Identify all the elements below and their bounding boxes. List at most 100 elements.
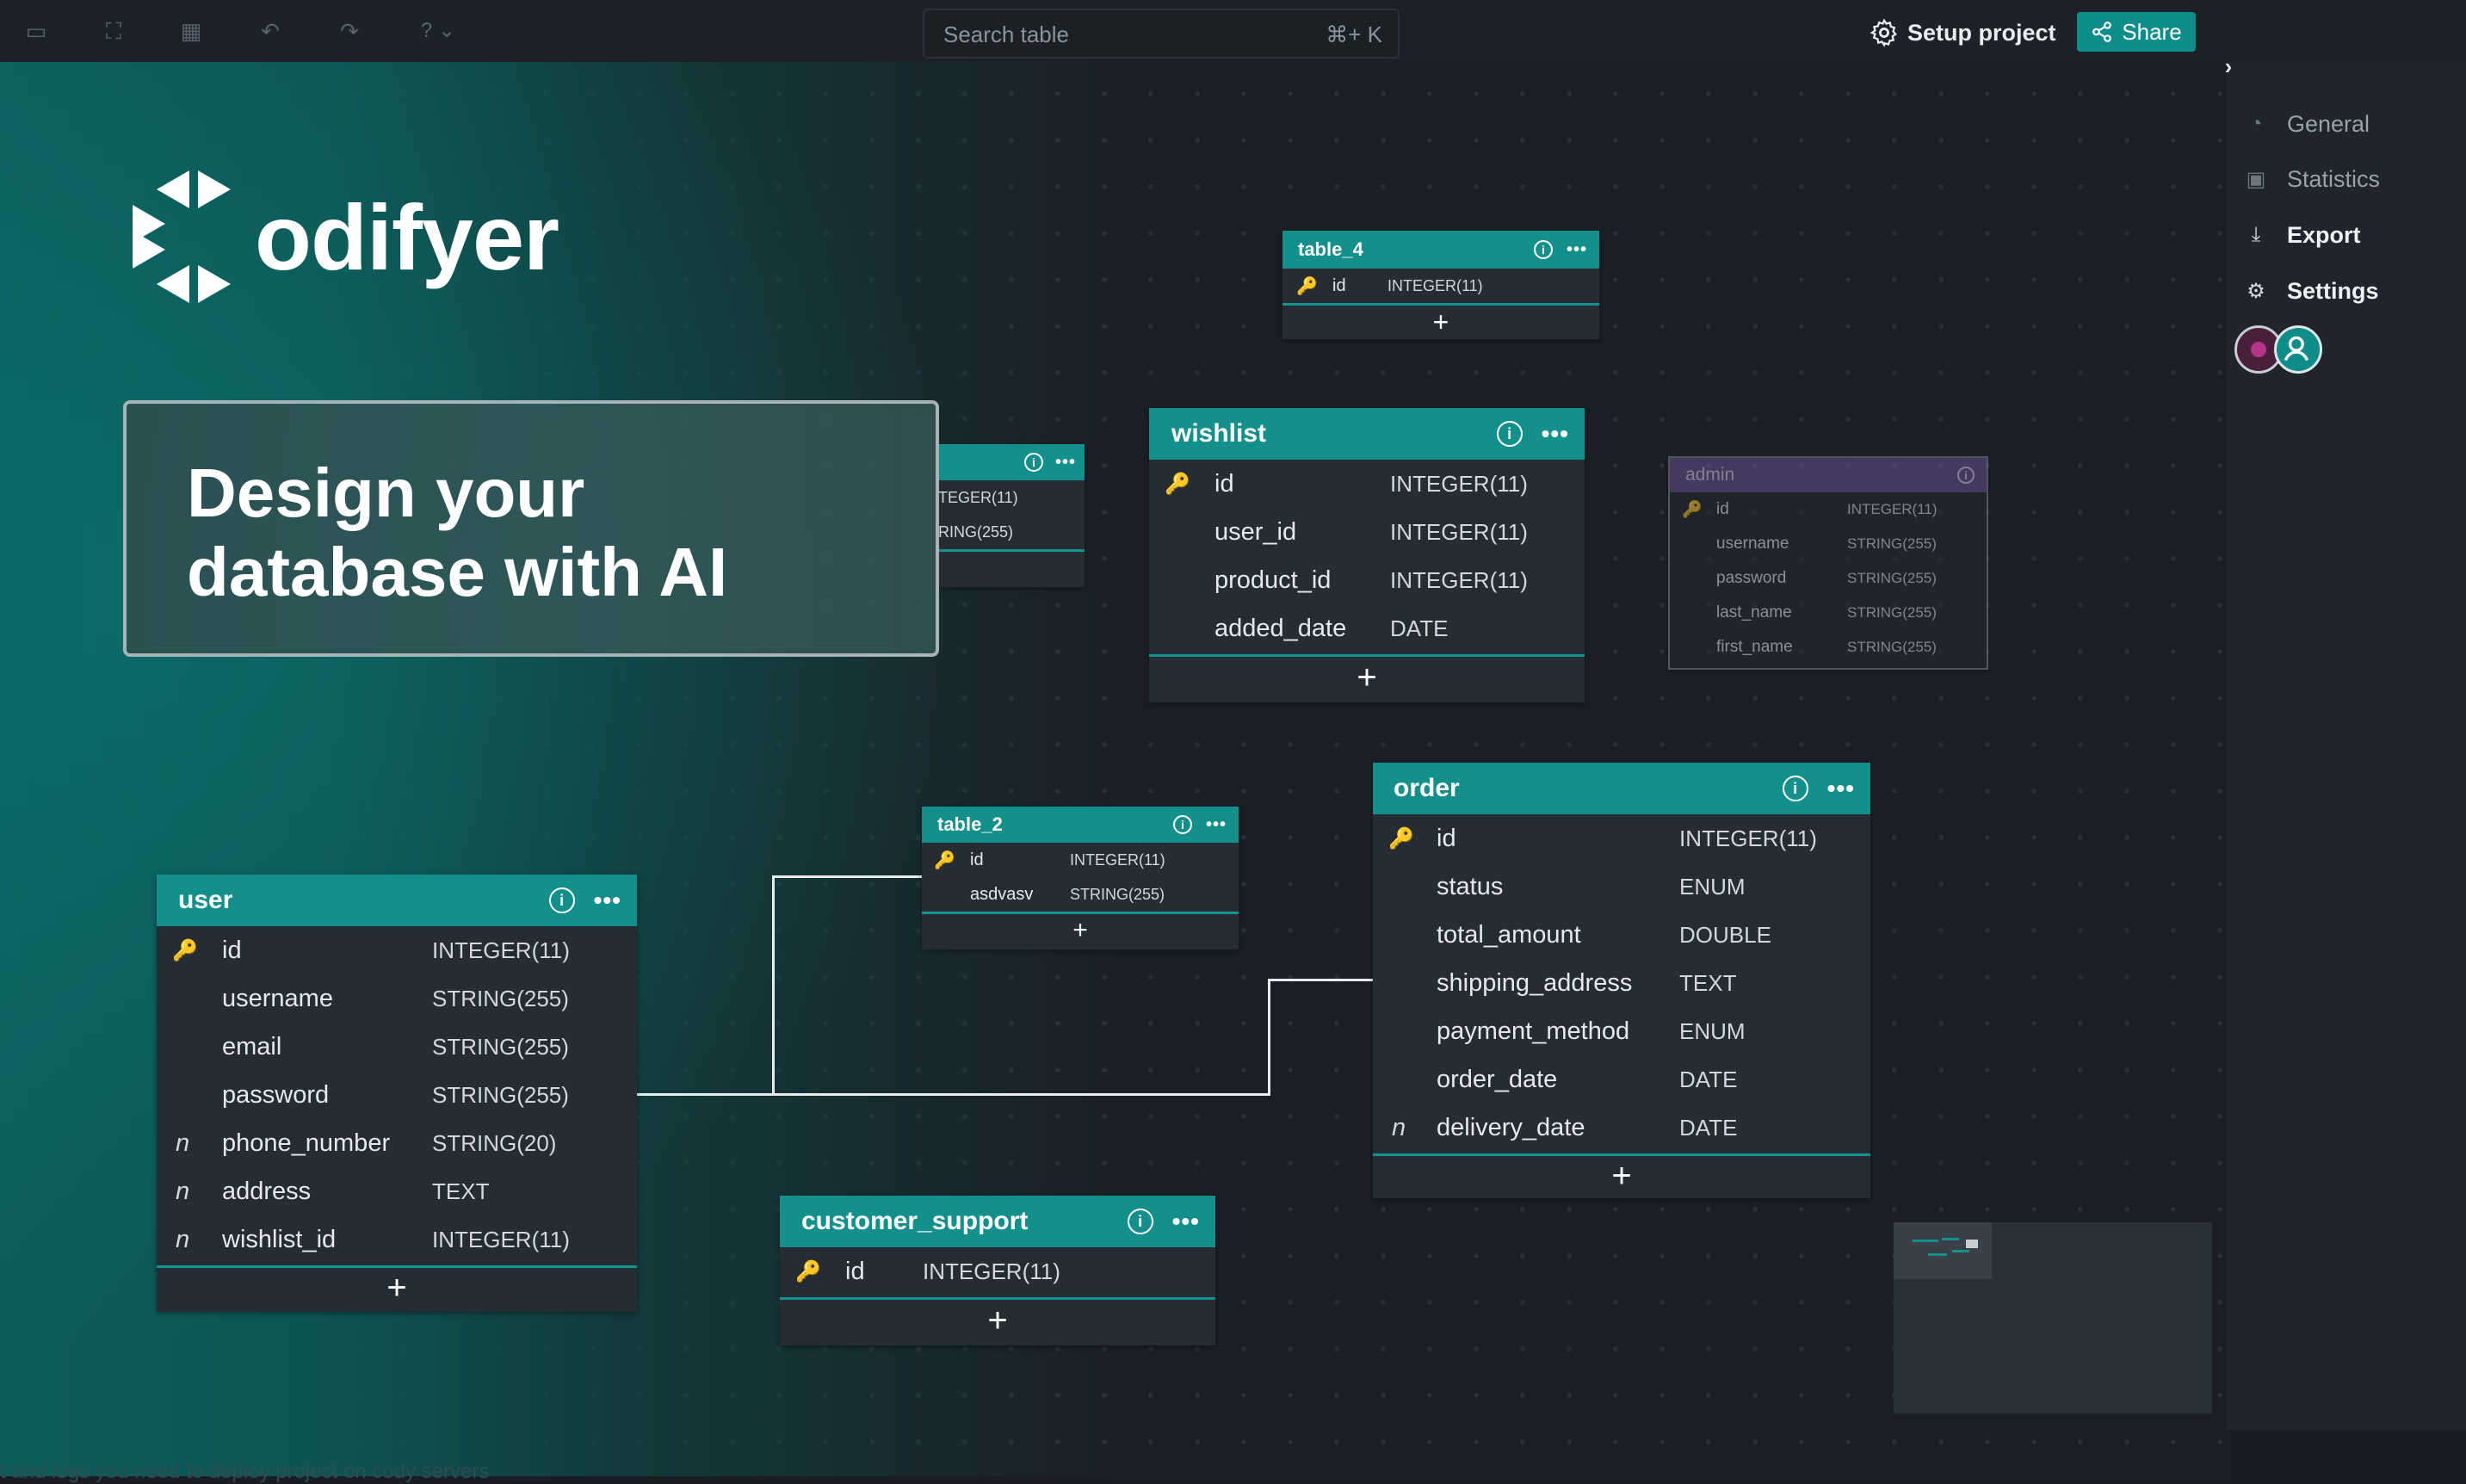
info-icon[interactable]: i: [1023, 453, 1043, 472]
table-card-customer_support[interactable]: customer_support i ••• 🔑 id INTEGER(11) …: [780, 1196, 1215, 1345]
table-row[interactable]: n wishlist_id INTEGER(11): [157, 1215, 637, 1264]
info-icon[interactable]: i: [1782, 776, 1808, 801]
table-row[interactable]: 🔑 id INTEGER(11): [1373, 814, 1870, 863]
info-icon[interactable]: i: [548, 887, 575, 913]
table-row[interactable]: total_amount DOUBLE: [1373, 911, 1870, 959]
table-row[interactable]: 🔑 id INTEGER(11): [1149, 460, 1585, 508]
table-name: user: [178, 886, 233, 914]
table-row[interactable]: first_name STRING(255): [1670, 630, 1987, 665]
table-row[interactable]: product_id INTEGER(11): [1149, 556, 1585, 604]
primary-key-icon: 🔑: [795, 1259, 821, 1283]
help-menu[interactable]: ? ⌄: [417, 19, 460, 43]
sidebar-item-settings[interactable]: ⚙ Settings: [2244, 274, 2378, 308]
table-row[interactable]: 🔑 id INTEGER(11): [1670, 492, 1987, 527]
table-row[interactable]: order_date DATE: [1373, 1055, 1870, 1104]
primary-key-icon: 🔑: [1296, 276, 1318, 296]
table-row[interactable]: username STRING(255): [1670, 527, 1987, 561]
info-icon[interactable]: i: [1957, 467, 1975, 484]
minimap-toggle-icon[interactable]: ▭: [24, 19, 48, 43]
table-row[interactable]: added_date DATE: [1149, 604, 1585, 652]
layout-icon[interactable]: ▦: [179, 19, 203, 43]
more-icon[interactable]: •••: [1055, 453, 1076, 473]
table-name: wishlist: [1171, 419, 1267, 448]
table-row[interactable]: email STRING(255): [157, 1023, 637, 1071]
gauge-icon: ◔: [2249, 112, 2263, 135]
table-row[interactable]: n delivery_date DATE: [1373, 1104, 1870, 1152]
sidebar-item-export[interactable]: ⤓ Export: [2244, 218, 2361, 252]
info-icon[interactable]: i: [1172, 815, 1192, 834]
table-card-table_4[interactable]: table_4 i ••• 🔑 id INTEGER(11) +: [1282, 231, 1599, 339]
setup-project-label: Setup project: [1907, 19, 2056, 46]
share-icon: [2092, 22, 2112, 42]
hero-title: Design your database with AI: [187, 454, 728, 610]
table-row[interactable]: 🔑 id INTEGER(11): [157, 926, 637, 974]
footer-hint: t and logs you need to deploy project on…: [0, 1460, 490, 1483]
right-sidebar: ◔ General ▣ Statistics ⤓ Export ⚙ Settin…: [2227, 62, 2466, 1431]
primary-key-icon: 🔑: [1165, 472, 1190, 496]
table-row[interactable]: password STRING(255): [1670, 561, 1987, 596]
add-column-button[interactable]: +: [780, 1297, 1215, 1342]
redo-icon[interactable]: ↷: [337, 19, 362, 43]
more-icon[interactable]: •••: [1567, 240, 1587, 260]
fullscreen-icon[interactable]: ⛶: [102, 19, 126, 43]
primary-key-icon: 🔑: [1682, 501, 1703, 519]
table-row[interactable]: password STRING(255): [157, 1071, 637, 1119]
more-icon[interactable]: •••: [1206, 815, 1227, 835]
table-card-order[interactable]: order i ••• 🔑 id INTEGER(11) status ENUM…: [1373, 763, 1870, 1198]
more-icon[interactable]: •••: [1827, 775, 1855, 802]
setup-project-button[interactable]: Setup project: [1870, 15, 2056, 50]
sidebar-item-statistics[interactable]: ▣ Statistics: [2244, 162, 2380, 196]
minimap-viewport[interactable]: [1894, 1222, 1992, 1279]
gear-icon: ⚙: [2247, 279, 2265, 303]
table-name: customer_support: [801, 1207, 1029, 1235]
add-column-button[interactable]: +: [922, 912, 1239, 946]
more-icon[interactable]: •••: [594, 887, 621, 914]
top-toolbar: ▭ ⛶ ▦ ↶ ↷ ? ⌄ Search table ⌘+ K Setup pr…: [0, 0, 2466, 62]
primary-key-icon: 🔑: [1388, 826, 1414, 850]
table-row[interactable]: 🔑 id INTEGER(11): [780, 1247, 1215, 1295]
nullable-marker: n: [176, 1177, 190, 1205]
more-icon[interactable]: •••: [1542, 420, 1569, 448]
primary-key-icon: 🔑: [934, 850, 955, 870]
table-row[interactable]: last_name STRING(255): [1670, 596, 1987, 630]
table-row[interactable]: status ENUM: [1373, 863, 1870, 911]
share-button[interactable]: Share: [2077, 12, 2196, 52]
table-row[interactable]: asdvasv STRING(255): [922, 877, 1239, 912]
info-icon[interactable]: i: [1533, 240, 1553, 259]
user-icon: [2284, 336, 2308, 362]
table-row[interactable]: shipping_address TEXT: [1373, 959, 1870, 1007]
search-input[interactable]: Search table ⌘+ K: [923, 9, 1400, 59]
table-row[interactable]: user_id INTEGER(11): [1149, 508, 1585, 556]
relation-line: [772, 875, 775, 1096]
table-card-admin[interactable]: admin i 🔑 id INTEGER(11) username STRING…: [1668, 456, 1988, 670]
brand-logo: odifyer: [129, 164, 559, 310]
info-icon[interactable]: i: [1496, 421, 1523, 447]
table-card-wishlist[interactable]: wishlist i ••• 🔑 id INTEGER(11) user_id …: [1149, 408, 1585, 702]
table-row[interactable]: username STRING(255): [157, 974, 637, 1023]
info-icon[interactable]: i: [1127, 1209, 1153, 1234]
table-row[interactable]: payment_method ENUM: [1373, 1007, 1870, 1055]
sidebar-item-general[interactable]: ◔ General: [2244, 107, 2370, 141]
table-card-user[interactable]: user i ••• 🔑 id INTEGER(11) username STR…: [157, 875, 637, 1312]
table-row[interactable]: 🔑 id INTEGER(11): [1282, 269, 1599, 303]
avatar-ai[interactable]: [2274, 325, 2322, 374]
add-column-button[interactable]: +: [1149, 654, 1585, 699]
more-icon[interactable]: •••: [1172, 1208, 1200, 1235]
download-icon: ⤓: [2251, 223, 2261, 246]
add-column-button[interactable]: +: [1373, 1153, 1870, 1196]
logo-text: odifyer: [255, 184, 559, 289]
add-column-button[interactable]: +: [1282, 303, 1599, 339]
collapse-panel-chevron-icon[interactable]: ›: [2217, 55, 2240, 77]
table-row[interactable]: n phone_number STRING(20): [157, 1119, 637, 1167]
minimap[interactable]: [1894, 1222, 2212, 1413]
hero-banner: Design your database with AI: [123, 400, 939, 657]
add-column-button[interactable]: +: [157, 1265, 637, 1308]
table-card-table_2[interactable]: table_2 i ••• 🔑 id INTEGER(11) asdvasv S…: [922, 807, 1239, 949]
undo-icon[interactable]: ↶: [258, 19, 282, 43]
nullable-marker: n: [176, 1225, 190, 1253]
share-label: Share: [2122, 18, 2182, 45]
table-row[interactable]: 🔑 id INTEGER(11): [922, 843, 1239, 877]
search-shortcut: ⌘+ K: [1326, 22, 1382, 47]
table-row[interactable]: n address TEXT: [157, 1167, 637, 1215]
table-card-partial[interactable]: i ••• TEGER(11) RING(255): [938, 444, 1085, 587]
